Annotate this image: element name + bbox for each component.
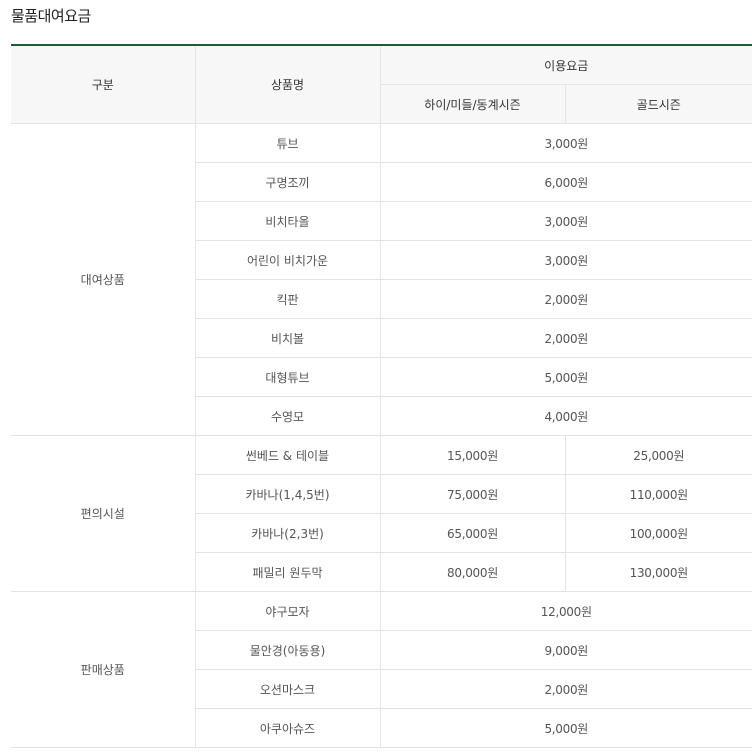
- high-season-price: 65,000원: [379, 513, 565, 553]
- rental-fee-table: 구분 상품명 이용요금 하이/미들/동계시즌 골드시즌 대여상품 튜브 3,00…: [11, 44, 752, 748]
- category-cell: 대여상품: [11, 123, 195, 436]
- header-gold-season: 골드시즌: [564, 84, 752, 124]
- high-season-price: 80,000원: [379, 552, 565, 592]
- product-name: 비치타올: [194, 201, 380, 241]
- product-name: 비치볼: [194, 318, 380, 358]
- product-name: 물안경(아동용): [194, 630, 380, 670]
- category-cell: 판매상품: [11, 591, 195, 748]
- category-cell: 편의시설: [11, 435, 195, 592]
- price-cell: 2,000원: [379, 318, 752, 358]
- price-cell: 2,000원: [379, 279, 752, 319]
- header-high-season: 하이/미들/동계시즌: [379, 84, 565, 124]
- product-name: 대형튜브: [194, 357, 380, 397]
- table-row: 편의시설 썬베드 & 테이블 15,000원 25,000원: [11, 435, 752, 592]
- gold-season-price: 130,000원: [564, 552, 752, 592]
- price-cell: 6,000원: [379, 162, 752, 202]
- product-name: 오션마스크: [194, 669, 380, 709]
- product-name: 패밀리 원두막: [194, 552, 380, 592]
- product-name: 킥판: [194, 279, 380, 319]
- product-name: 카바나(2,3번): [194, 513, 380, 553]
- table-row: 판매상품 야구모자 12,000원: [11, 591, 752, 748]
- price-cell: 3,000원: [379, 201, 752, 241]
- price-cell: 9,000원: [379, 630, 752, 670]
- price-cell: 5,000원: [379, 708, 752, 748]
- header-fee: 이용요금: [379, 45, 752, 85]
- product-name: 구명조끼: [194, 162, 380, 202]
- product-name: 수영모: [194, 396, 380, 436]
- price-cell: 12,000원: [379, 591, 752, 631]
- product-name: 어린이 비치가운: [194, 240, 380, 280]
- product-name: 아쿠아슈즈: [194, 708, 380, 748]
- price-cell: 5,000원: [379, 357, 752, 397]
- price-cell: 4,000원: [379, 396, 752, 436]
- gold-season-price: 25,000원: [564, 435, 752, 475]
- page-title: 물품대여요금: [11, 7, 91, 25]
- table-row: 대여상품 튜브 3,000원: [11, 123, 752, 436]
- high-season-price: 15,000원: [379, 435, 565, 475]
- price-cell: 2,000원: [379, 669, 752, 709]
- price-cell: 3,000원: [379, 123, 752, 163]
- header-category: 구분: [11, 45, 195, 124]
- product-name: 카바나(1,4,5번): [194, 474, 380, 514]
- high-season-price: 75,000원: [379, 474, 565, 514]
- product-name: 썬베드 & 테이블: [194, 435, 380, 475]
- header-product: 상품명: [194, 45, 380, 124]
- gold-season-price: 100,000원: [564, 513, 752, 553]
- price-cell: 3,000원: [379, 240, 752, 280]
- product-name: 야구모자: [194, 591, 380, 631]
- gold-season-price: 110,000원: [564, 474, 752, 514]
- product-name: 튜브: [194, 123, 380, 163]
